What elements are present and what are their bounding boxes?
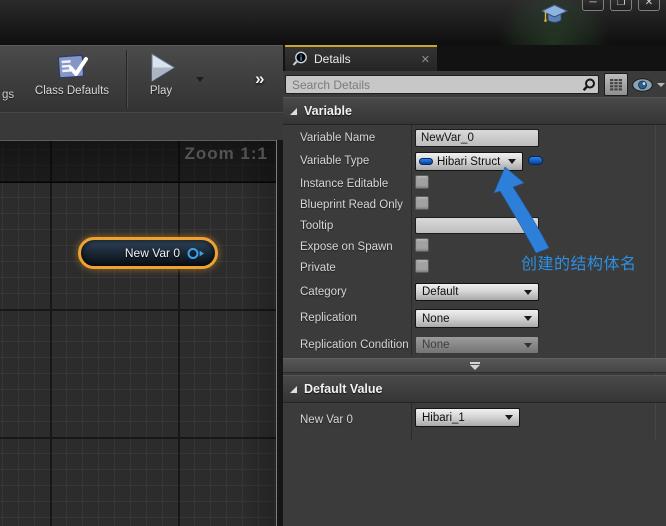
minimize-icon: ─	[589, 0, 597, 8]
tab-details[interactable]: i Details ✕	[285, 45, 437, 71]
chevron-down-icon	[524, 289, 532, 295]
close-button[interactable]: ✕	[638, 0, 660, 11]
chevron-down-icon	[524, 316, 532, 321]
maximize-button[interactable]: ❐	[610, 0, 632, 11]
search-icon	[582, 78, 595, 92]
default-value: Hibari_1	[422, 411, 465, 424]
details-search-row	[283, 71, 666, 98]
details-panel: i Details ✕ Search Details Variable Vari…	[283, 45, 666, 526]
replication-label: Replication	[300, 312, 357, 324]
instance-editable-label: Instance Editable	[300, 178, 389, 190]
replication-dropdown[interactable]: None	[415, 309, 539, 328]
graph-tab-strip	[0, 112, 283, 140]
toolbar-overflow-chevron[interactable]: »	[255, 69, 265, 89]
section-header-variable[interactable]: Variable	[283, 97, 666, 125]
details-tab-label: Details	[314, 52, 351, 66]
title-bar: ─ ❐ ✕	[0, 0, 666, 98]
default-value-dropdown[interactable]: Hibari_1	[415, 408, 520, 427]
clipped-toolbar-label: gs	[2, 89, 15, 101]
chevron-down-icon	[657, 83, 665, 87]
section-header-default-value[interactable]: Default Value	[283, 375, 666, 403]
blueprint-graph-canvas[interactable]: Zoom 1:1 New Var 0	[0, 140, 277, 526]
default-new-var-label: New Var 0	[300, 414, 353, 426]
chevron-down-icon	[505, 415, 513, 420]
advanced-expander[interactable]	[283, 358, 666, 373]
tab-close-icon[interactable]: ✕	[421, 53, 430, 66]
variable-name-input[interactable]	[415, 129, 539, 147]
play-icon	[151, 53, 175, 82]
container-type-button[interactable]	[528, 156, 543, 165]
maximize-icon: ❐	[616, 0, 626, 8]
close-icon: ✕	[644, 0, 654, 8]
section-title: Variable	[304, 104, 352, 118]
replication-condition-dropdown: None	[415, 336, 539, 354]
graph-zoom-indicator: Zoom 1:1	[184, 144, 268, 163]
details-tab-bar: i Details ✕	[283, 45, 666, 71]
chevron-down-icon	[508, 159, 516, 164]
class-defaults-button[interactable]: Class Defaults	[26, 51, 118, 97]
window-controls: ─ ❐ ✕	[582, 0, 660, 11]
category-dropdown[interactable]: Default	[415, 283, 539, 301]
variable-node-label: New Var 0	[124, 246, 180, 260]
variable-type-label: Variable Type	[300, 155, 370, 167]
struct-pill-icon	[419, 158, 433, 165]
blueprint-read-only-label: Blueprint Read Only	[300, 199, 403, 211]
search-input[interactable]	[285, 75, 599, 94]
class-defaults-icon	[57, 54, 88, 79]
instance-editable-checkbox[interactable]	[415, 175, 429, 189]
variable-get-node[interactable]: New Var 0	[78, 237, 218, 269]
view-options-button[interactable]	[632, 78, 665, 92]
section-expand-arrow-icon	[290, 107, 297, 115]
column-divider	[411, 125, 412, 356]
expander-chevron-down-icon	[469, 361, 480, 370]
chevron-down-icon	[524, 342, 532, 348]
details-tab-icon: i	[292, 51, 307, 66]
variable-name-label: Variable Name	[300, 132, 376, 144]
variable-type-dropdown[interactable]: Hibari Struct	[415, 152, 523, 171]
tooltip-input[interactable]	[415, 217, 539, 234]
play-button[interactable]: Play	[131, 51, 191, 97]
class-defaults-label: Class Defaults	[34, 85, 110, 97]
grid-view-icon	[610, 78, 622, 90]
play-options-chevron-down-icon[interactable]	[196, 77, 204, 82]
toolbar-separator	[126, 50, 127, 108]
expose-on-spawn-label: Expose on Spawn	[300, 241, 393, 253]
main-toolbar: gs Class Defaults Play »	[0, 45, 283, 112]
output-pin-icon[interactable]	[187, 247, 205, 260]
graduation-cap-icon[interactable]	[541, 2, 568, 28]
column-divider	[411, 402, 412, 440]
graph-right-vignette	[240, 141, 276, 526]
replication-condition-value: None	[422, 339, 450, 351]
variable-type-value: Hibari Struct	[437, 155, 501, 168]
private-checkbox[interactable]	[415, 259, 429, 273]
replication-value: None	[422, 312, 450, 325]
minimize-button[interactable]: ─	[582, 0, 604, 11]
private-label: Private	[300, 262, 336, 274]
tooltip-label: Tooltip	[300, 220, 334, 232]
replication-condition-label: Replication Condition	[300, 339, 409, 351]
property-matrix-button[interactable]	[604, 73, 628, 96]
expose-on-spawn-checkbox[interactable]	[415, 238, 429, 252]
section-title: Default Value	[304, 382, 383, 396]
category-value: Default	[422, 286, 459, 298]
section-expand-arrow-icon	[290, 385, 297, 393]
play-label: Play	[149, 85, 173, 97]
eye-icon	[632, 78, 653, 92]
blueprint-read-only-checkbox[interactable]	[415, 196, 429, 210]
category-label: Category	[300, 286, 347, 298]
